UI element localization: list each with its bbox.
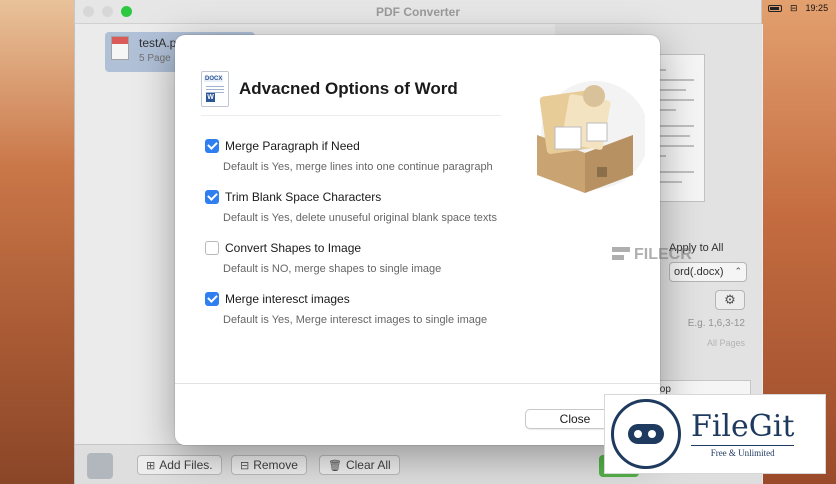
footer-divider: [175, 383, 660, 384]
traffic-lights: [75, 6, 132, 17]
filegit-logo-icon: [611, 399, 681, 469]
option-label[interactable]: Merge interesct images: [225, 292, 350, 306]
option-merge-images: Merge interesct images Default is Yes, M…: [205, 292, 487, 326]
filecr-watermark: FILECR: [612, 246, 692, 264]
option-convert-shapes: Convert Shapes to Image Default is NO, m…: [205, 241, 441, 275]
close-window-button[interactable]: [83, 6, 94, 17]
package-box-icon: [537, 81, 645, 193]
filegit-tagline: Free & Unlimited: [691, 444, 795, 458]
battery-icon[interactable]: [768, 4, 782, 12]
filegit-name: FileGit: [691, 408, 795, 444]
menubar-clock[interactable]: 19:25: [806, 3, 829, 13]
minimize-window-button[interactable]: [102, 6, 113, 17]
window-titlebar[interactable]: PDF Converter: [75, 0, 761, 24]
option-label[interactable]: Merge Paragraph if Need: [225, 139, 360, 153]
merge-images-checkbox[interactable]: [205, 292, 219, 306]
header-divider: [201, 115, 501, 116]
option-description: Default is Yes, merge lines into one con…: [223, 161, 493, 173]
option-description: Default is Yes, delete unuseful original…: [223, 212, 497, 224]
dialog-header: DOCX W Advacned Options of Word: [201, 71, 458, 107]
option-trim-blank-space: Trim Blank Space Characters Default is Y…: [205, 190, 497, 224]
zoom-window-button[interactable]: [121, 6, 132, 17]
filecr-logo-icon: [612, 246, 630, 264]
option-label[interactable]: Trim Blank Space Characters: [225, 190, 381, 204]
option-description: Default is NO, merge shapes to single im…: [223, 263, 442, 275]
control-center-icon[interactable]: ⊟: [790, 3, 798, 14]
menubar-tray: ⊟ 19:25: [762, 0, 836, 16]
filegit-badge: FileGit Free & Unlimited: [604, 394, 826, 474]
merge-paragraph-checkbox[interactable]: [205, 139, 219, 153]
option-merge-paragraph: Merge Paragraph if Need Default is Yes, …: [205, 139, 493, 173]
dialog-title: Advacned Options of Word: [239, 79, 458, 98]
option-description: Default is Yes, Merge interesct images t…: [223, 314, 488, 326]
window-title: PDF Converter: [375, 4, 461, 19]
convert-shapes-checkbox[interactable]: [205, 241, 219, 255]
advanced-options-dialog: DOCX W Advacned Options of Word Merge Pa…: [175, 35, 660, 445]
trim-blank-space-checkbox[interactable]: [205, 190, 219, 204]
word-document-icon: DOCX W: [201, 71, 229, 107]
desktop-wallpaper-left: [0, 0, 74, 484]
option-label[interactable]: Convert Shapes to Image: [225, 241, 361, 255]
